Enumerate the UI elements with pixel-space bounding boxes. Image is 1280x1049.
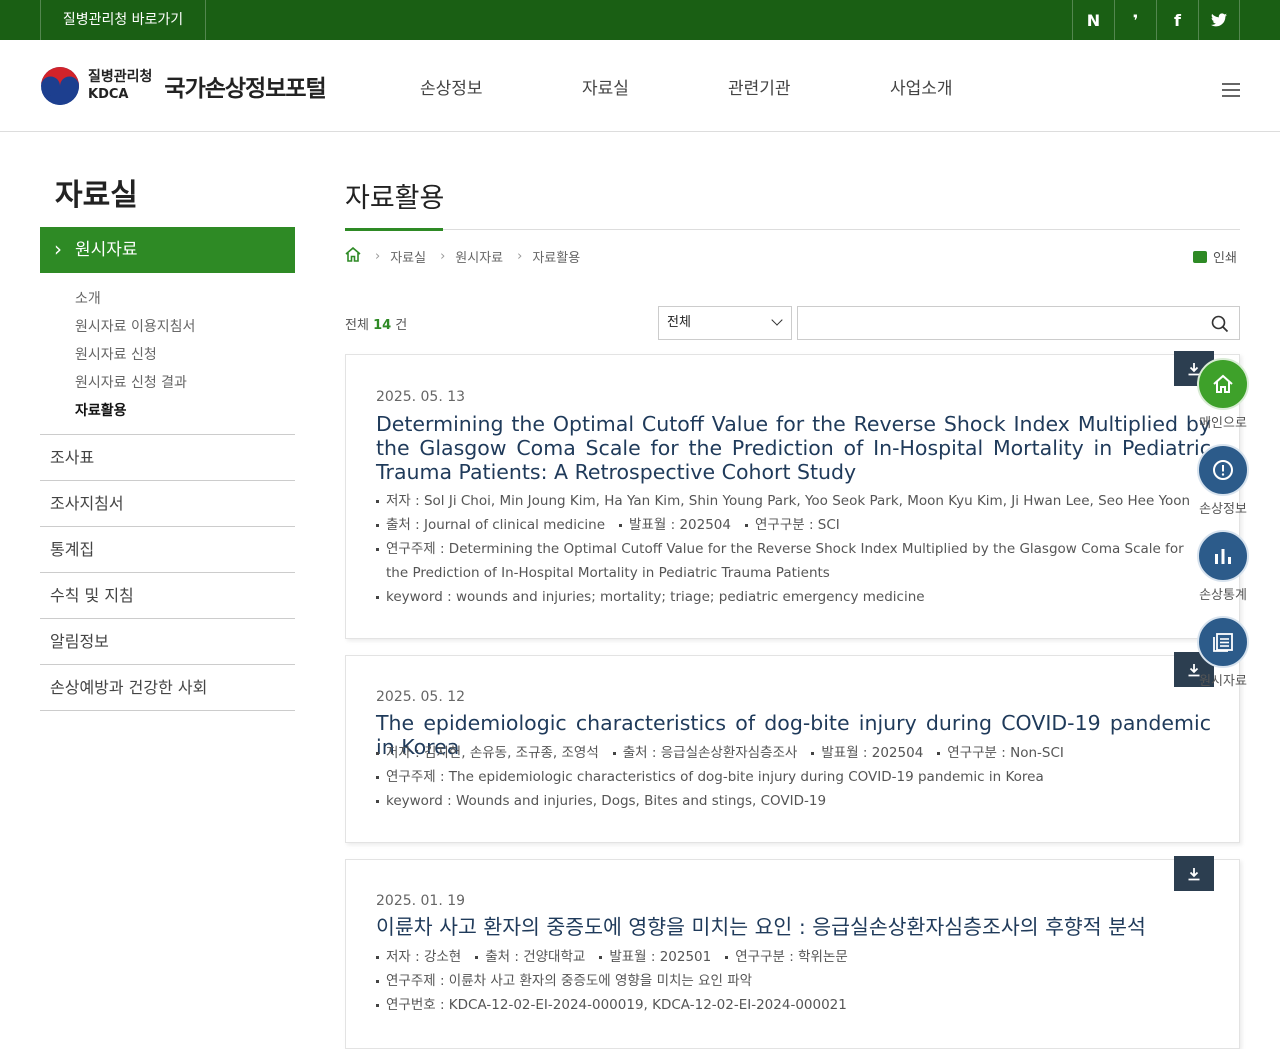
page-title: 자료활용: [345, 183, 445, 214]
item-pubmonth: 발표월 : 202504: [811, 741, 923, 765]
item-source: 출처 : 응급실손상환자심층조사: [612, 741, 797, 765]
list-item[interactable]: 2025. 01. 19 이륜차 사고 환자의 중증도에 영향을 미치는 요인 …: [345, 856, 1240, 1049]
list-item[interactable]: 2025. 05. 12 The epidemiologic character…: [345, 652, 1240, 843]
total-count-value: 14: [373, 318, 392, 333]
sidebar-sub-guide[interactable]: 원시자료 이용지침서: [75, 316, 195, 344]
sidebar-item-prevention[interactable]: 손상예방과 건강한 사회: [40, 665, 295, 711]
quick-label: 메인으로: [1199, 416, 1247, 431]
nav-archive[interactable]: 자료실: [582, 74, 629, 99]
item-pubmonth: 발표월 : 202504: [619, 513, 731, 537]
org-name: 질병관리청 KDCA: [88, 68, 153, 103]
nav-injury-info[interactable]: 손상정보: [420, 74, 483, 99]
chevron-right-icon: ›: [375, 249, 381, 264]
home-icon: [1197, 358, 1249, 410]
kdca-logo-icon: [41, 67, 79, 105]
portal-name: 국가손상정보포털: [164, 76, 326, 102]
top-bar: 질병관리청 바로가기 N ❜ f: [0, 0, 1280, 40]
sidebar-sub-usage[interactable]: 자료활용: [75, 400, 195, 428]
home-icon[interactable]: [345, 246, 361, 266]
item-subject: 연구주제 : Determining the Optimal Cutoff Va…: [376, 537, 1196, 585]
item-source: 출처 : 건양대학교: [475, 945, 585, 969]
item-category: 연구구분 : Non-SCI: [937, 741, 1064, 765]
sns-links: N ❜ f: [1072, 0, 1240, 40]
item-author: 저자 : Sol Ji Choi, Min Joung Kim, Ha Yan …: [376, 489, 1196, 513]
item-meta-row: 저자 : 김지헌, 손유동, 조규종, 조영석 출처 : 응급실손상환자심층조사 발…: [376, 741, 1196, 765]
item-category: 연구구분 : SCI: [744, 513, 840, 537]
breadcrumb-item[interactable]: 자료활용: [532, 247, 580, 266]
item-keyword: keyword : Wounds and injuries, Dogs, Bit…: [376, 789, 1196, 813]
item-category: 연구구분 : 학위논문: [725, 945, 848, 969]
nav-related-orgs[interactable]: 관련기관: [728, 74, 791, 99]
sidebar-item-statistics[interactable]: 통계집: [40, 527, 295, 573]
item-date: 2025. 01. 19: [376, 893, 466, 909]
sidebar-sub-apply-result[interactable]: 원시자료 신청 결과: [75, 372, 195, 400]
title-divider-accent: [345, 228, 443, 231]
sidebar-submenu: 소개 원시자료 이용지침서 원시자료 신청 원시자료 신청 결과 자료활용: [75, 288, 195, 428]
sidebar-item-survey[interactable]: 조사표: [40, 435, 295, 481]
quick-label: 손상통계: [1199, 588, 1247, 603]
site-header: 질병관리청 KDCA 국가손상정보포털 손상정보 자료실 관련기관 사업소개: [0, 40, 1280, 132]
sidebar-item-rules[interactable]: 수칙 및 지침: [40, 573, 295, 619]
quick-main[interactable]: 메인으로: [1197, 358, 1249, 431]
org-name-ko: 질병관리청: [88, 68, 153, 85]
site-logo[interactable]: 질병관리청 KDCA 국가손상정보포털: [40, 66, 327, 106]
org-name-en: KDCA: [88, 87, 129, 103]
item-subject: 연구주제 : 이륜차 사고 환자의 중증도에 영향을 미치는 요인 파악: [376, 969, 1196, 993]
quick-injury-stats[interactable]: 손상통계: [1197, 530, 1249, 603]
facebook-icon[interactable]: f: [1156, 0, 1198, 40]
sidebar-title: 자료실: [55, 178, 138, 213]
item-author: 저자 : 김지헌, 손유동, 조규종, 조영석: [386, 745, 599, 761]
bar-chart-icon: [1197, 530, 1249, 582]
quick-label: 원시자료: [1199, 674, 1247, 689]
search-input[interactable]: [797, 306, 1240, 340]
printer-icon: [1193, 250, 1207, 263]
chevron-down-icon: [771, 314, 783, 326]
item-meta: 저자 : Sol Ji Choi, Min Joung Kim, Ha Yan …: [376, 489, 1196, 609]
item-number: 연구번호 : KDCA-12-02-EI-2024-000019, KDCA-1…: [376, 993, 1196, 1017]
print-label: 인쇄: [1213, 251, 1237, 266]
breadcrumb-item[interactable]: 자료실: [390, 247, 426, 266]
breadcrumb: › 자료실 › 원시자료 › 자료활용: [345, 246, 580, 266]
item-title[interactable]: 이륜차 사고 환자의 중증도에 영향을 미치는 요인 : 응급실손상환자심층조사…: [376, 915, 1211, 939]
sidebar-item-raw-data[interactable]: 원시자료: [40, 226, 295, 273]
kdca-shortcut-link[interactable]: 질병관리청 바로가기: [40, 0, 206, 40]
item-source: 출처 : Journal of clinical medicine: [386, 517, 606, 533]
sidebar-item-notice[interactable]: 알림정보: [40, 619, 295, 665]
document-list-icon: [1197, 616, 1249, 668]
item-author: 저자 : 강소현: [386, 949, 462, 965]
item-meta: 저자 : 강소현 출처 : 건양대학교 발표월 : 202501 연구구분 : 학위논…: [376, 945, 1196, 1017]
chevron-right-icon: ›: [517, 249, 523, 264]
sidebar-sub-intro[interactable]: 소개: [75, 288, 195, 316]
item-meta-row: 출처 : Journal of clinical medicine 발표월 : 2…: [376, 513, 1196, 537]
quick-raw-data[interactable]: 원시자료: [1197, 616, 1249, 689]
item-date: 2025. 05. 13: [376, 389, 466, 405]
twitter-icon[interactable]: [1198, 0, 1240, 40]
item-date: 2025. 05. 12: [376, 689, 466, 705]
title-divider: [345, 229, 1240, 230]
search-filter-select[interactable]: 전체: [658, 306, 792, 340]
sidebar-menu: 조사표 조사지침서 통계집 수칙 및 지침 알림정보 손상예방과 건강한 사회: [40, 434, 295, 711]
item-title[interactable]: Determining the Optimal Cutoff Value for…: [376, 412, 1211, 484]
search-icon[interactable]: [1211, 315, 1229, 337]
menu-icon[interactable]: [1222, 83, 1240, 97]
item-meta-row: 저자 : 강소현 출처 : 건양대학교 발표월 : 202501 연구구분 : 학위논…: [376, 945, 1196, 969]
sidebar-sub-apply[interactable]: 원시자료 신청: [75, 344, 195, 372]
list-item[interactable]: 2025. 05. 13 Determining the Optimal Cut…: [345, 351, 1240, 639]
item-keyword: keyword : wounds and injuries; mortality…: [376, 585, 1196, 609]
info-icon: [1197, 444, 1249, 496]
nav-about[interactable]: 사업소개: [890, 74, 953, 99]
quick-injury-info[interactable]: 손상정보: [1197, 444, 1249, 517]
total-count: 전체 14 건: [345, 318, 408, 333]
sidebar-item-survey-guide[interactable]: 조사지침서: [40, 481, 295, 527]
blog-icon[interactable]: ❜: [1114, 0, 1156, 40]
chevron-right-icon: ›: [440, 249, 446, 264]
item-meta: 저자 : 김지헌, 손유동, 조규종, 조영석 출처 : 응급실손상환자심층조사 발…: [376, 741, 1196, 813]
download-icon[interactable]: [1174, 856, 1214, 891]
print-button[interactable]: 인쇄: [1193, 247, 1237, 266]
quick-label: 손상정보: [1199, 502, 1247, 517]
naver-icon[interactable]: N: [1072, 0, 1114, 40]
breadcrumb-item[interactable]: 원시자료: [455, 247, 503, 266]
item-subject: 연구주제 : The epidemiologic characteristics…: [376, 765, 1196, 789]
item-pubmonth: 발표월 : 202501: [599, 945, 711, 969]
